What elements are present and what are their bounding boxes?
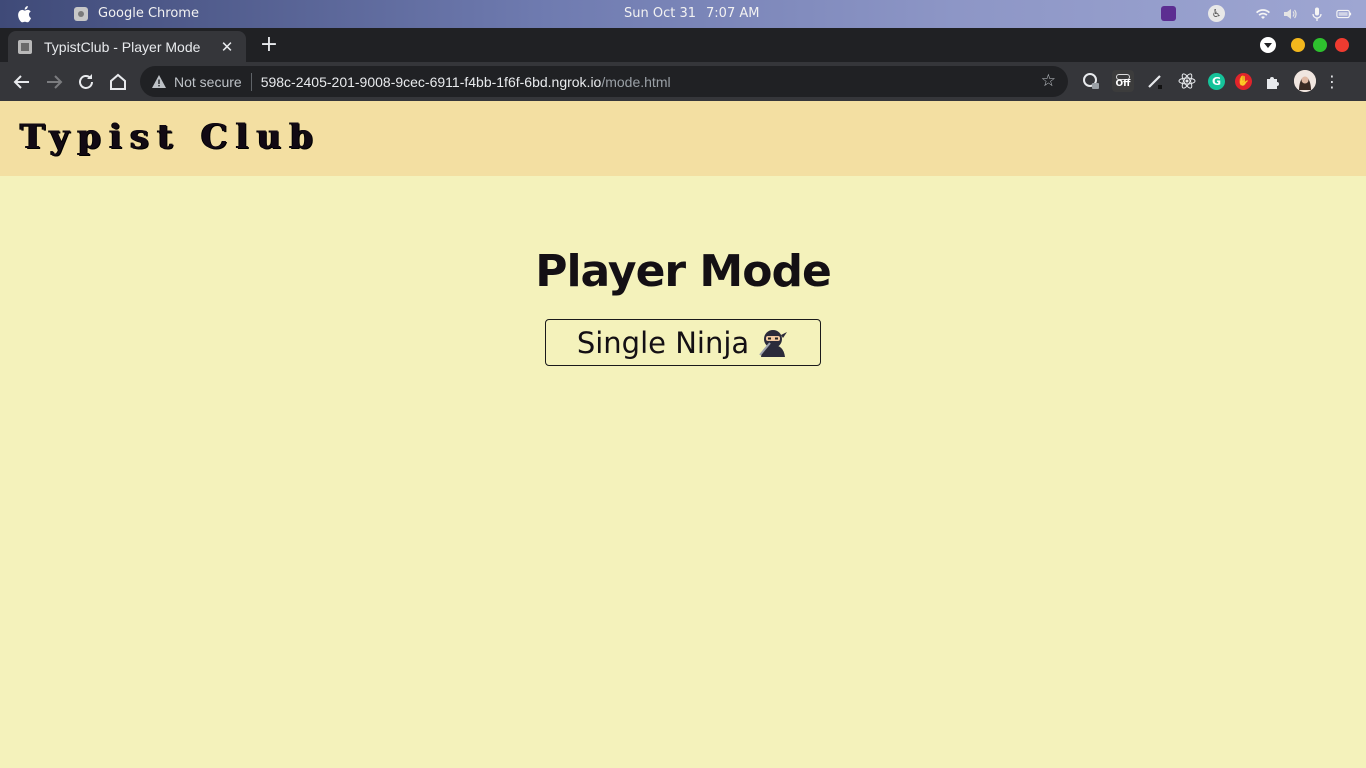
- security-status-label[interactable]: Not secure: [174, 74, 242, 90]
- browser-tab-strip: TypistClub - Player Mode ✕ +: [0, 28, 1366, 62]
- app-indicator-icon[interactable]: [1161, 6, 1176, 21]
- tab-title: TypistClub - Player Mode: [44, 38, 201, 55]
- extensions-toolbar: Off G ✋ ⋮: [1080, 70, 1340, 92]
- wifi-icon[interactable]: [1255, 6, 1271, 22]
- react-devtools-icon[interactable]: [1176, 70, 1198, 92]
- close-window-button[interactable]: [1335, 38, 1349, 52]
- ninja-icon: [759, 329, 788, 357]
- address-bar[interactable]: Not secure 598c-2405-201-9008-9cec-6911-…: [140, 66, 1068, 97]
- page-title: Player Mode: [535, 246, 832, 297]
- page-favicon-icon: [18, 39, 32, 54]
- tab-search-icon[interactable]: [1260, 37, 1276, 53]
- browser-menu-icon[interactable]: ⋮: [1324, 70, 1340, 92]
- tab-typistclub[interactable]: TypistClub - Player Mode ✕: [8, 31, 246, 62]
- microphone-icon[interactable]: [1309, 6, 1325, 22]
- active-app-name: Google Chrome: [98, 6, 199, 21]
- os-time: 7:07 AM: [706, 6, 760, 21]
- url-host: 598c-2405-201-9008-9cec-6911-f4bb-1f6f-6…: [260, 73, 602, 90]
- block-hand-extension-icon[interactable]: ✋: [1235, 72, 1252, 90]
- profile-avatar[interactable]: [1294, 70, 1316, 92]
- grammarly-icon[interactable]: G: [1208, 72, 1225, 90]
- maximize-window-button[interactable]: [1313, 38, 1327, 52]
- off-toggle-extension-icon[interactable]: Off: [1112, 70, 1134, 92]
- volume-icon[interactable]: [1282, 6, 1298, 22]
- system-tray: ♿: [1161, 5, 1352, 22]
- chrome-app-icon: [74, 6, 88, 21]
- url-path: /mode.html: [601, 73, 671, 90]
- close-tab-icon[interactable]: ✕: [218, 38, 236, 56]
- battery-icon[interactable]: [1336, 6, 1352, 22]
- reload-icon[interactable]: [74, 70, 98, 94]
- single-ninja-button[interactable]: Single Ninja: [545, 319, 821, 366]
- os-clock[interactable]: Sun Oct 31 7:07 AM: [624, 6, 759, 21]
- tray-spacer: [1187, 6, 1197, 22]
- tray-spacer: [1236, 6, 1244, 22]
- omnibox-divider: [250, 72, 252, 91]
- pen-extension-icon[interactable]: [1144, 70, 1166, 92]
- forward-arrow-icon[interactable]: [42, 70, 66, 94]
- color-picker-extension-icon[interactable]: [1080, 70, 1102, 92]
- site-logo[interactable]: Typist Club: [20, 117, 321, 157]
- single-ninja-label: Single Ninja: [576, 325, 750, 360]
- back-arrow-icon[interactable]: [10, 70, 34, 94]
- warning-icon[interactable]: [152, 75, 166, 88]
- extensions-puzzle-icon[interactable]: [1262, 70, 1284, 92]
- home-icon[interactable]: [106, 70, 130, 94]
- minimize-window-button[interactable]: [1291, 38, 1305, 52]
- os-date: Sun Oct 31: [624, 6, 697, 21]
- apple-icon[interactable]: [16, 5, 32, 23]
- accessibility-icon[interactable]: ♿: [1208, 5, 1225, 22]
- grammarly-letter: G: [1211, 74, 1222, 88]
- off-extension-label: Off: [1115, 78, 1131, 89]
- site-header: Typist Club: [0, 101, 1366, 176]
- browser-toolbar: Not secure 598c-2405-201-9008-9cec-6911-…: [0, 62, 1366, 101]
- bookmark-star-icon[interactable]: ☆: [1041, 71, 1056, 91]
- os-top-bar: Google Chrome Sun Oct 31 7:07 AM ♿: [0, 0, 1366, 28]
- new-tab-button[interactable]: +: [259, 34, 279, 56]
- active-app[interactable]: Google Chrome: [74, 6, 199, 21]
